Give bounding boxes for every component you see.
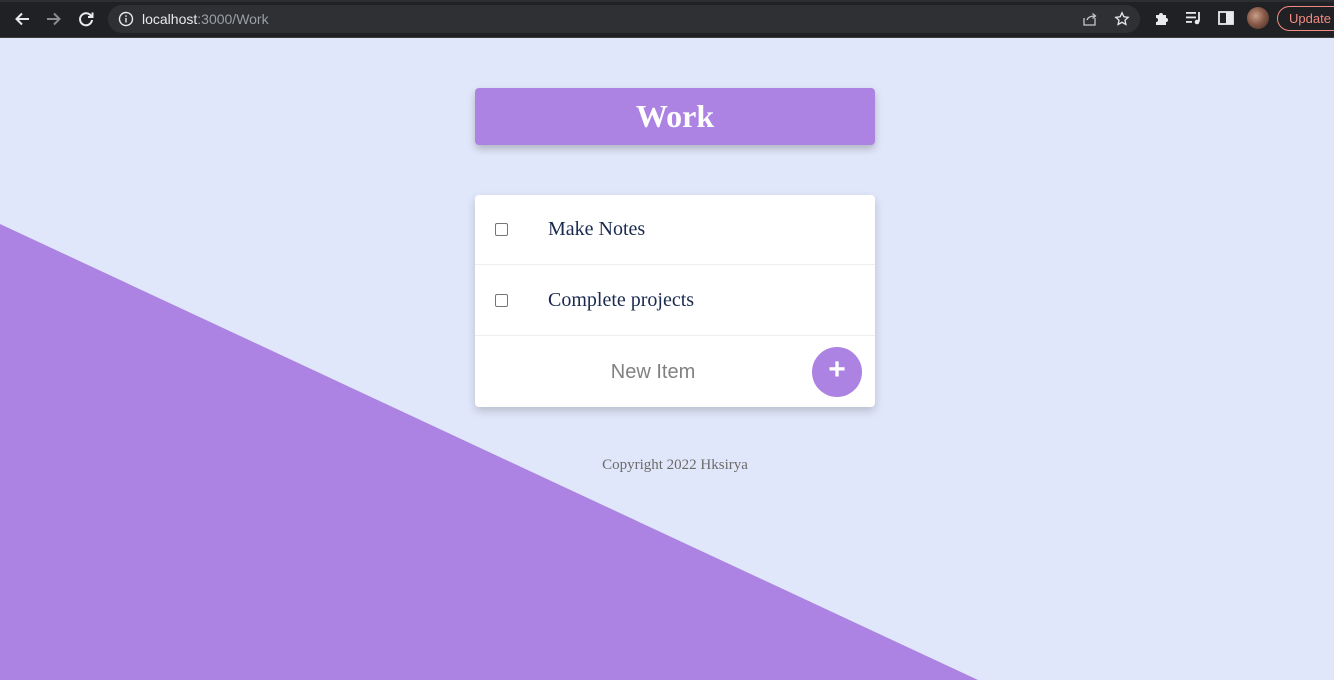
address-bar[interactable]: localhost:3000/Work [108, 5, 1140, 33]
new-item-input[interactable]: New Item [505, 357, 801, 387]
share-icon[interactable] [1082, 11, 1098, 27]
bookmark-star-icon[interactable] [1114, 11, 1130, 27]
add-item-button[interactable]: + [812, 347, 862, 397]
page-title: Work [635, 98, 715, 134]
site-info-icon[interactable] [118, 11, 134, 27]
todo-list: Make Notes Complete projects New Item + [475, 195, 875, 407]
extensions-icon[interactable] [1153, 9, 1171, 27]
reload-icon[interactable] [74, 7, 98, 31]
list-item: Complete projects [475, 266, 875, 336]
back-icon[interactable] [10, 7, 34, 31]
forward-icon[interactable] [42, 7, 66, 31]
item-checkbox[interactable] [495, 294, 508, 307]
item-label: Complete projects [548, 289, 695, 311]
url-text[interactable]: localhost:3000/Work [142, 11, 269, 27]
footer-copyright: Copyright 2022 Hksirya [602, 457, 748, 473]
item-label: Make Notes [548, 218, 646, 240]
item-checkbox[interactable] [495, 223, 508, 236]
update-button[interactable]: Update [1277, 6, 1334, 31]
url-path: :3000/Work [197, 11, 269, 27]
browser-toolbar: localhost:3000/Work Update [0, 0, 1334, 38]
side-panel-icon[interactable] [1217, 9, 1235, 27]
new-item-form: New Item + [475, 337, 875, 407]
url-host: localhost [142, 11, 198, 27]
list-heading: Work [475, 88, 875, 145]
list-item: Make Notes [475, 195, 875, 265]
media-queue-icon[interactable] [1185, 9, 1203, 27]
profile-avatar[interactable] [1247, 7, 1269, 29]
